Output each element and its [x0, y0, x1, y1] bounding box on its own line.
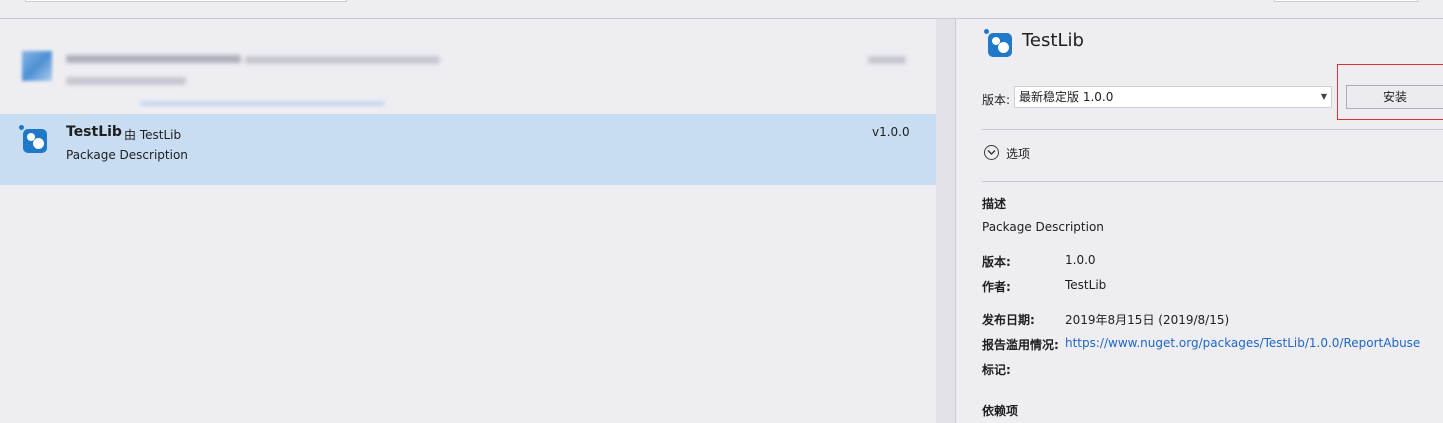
package-version: v1.0.0 — [872, 125, 910, 139]
package-icon — [984, 28, 1014, 58]
package-description: Package Description — [66, 148, 188, 162]
package-author: 由 TestLib — [124, 128, 182, 142]
meta-report-abuse-link-wrap: https://www.nuget.org/packages/TestLib/1… — [1065, 336, 1420, 350]
meta-report-abuse-key: 报告滥用情况: — [982, 338, 1059, 352]
description-heading: 描述 — [982, 197, 1007, 211]
package-list: TestLib 由 TestLib Package Description v1… — [0, 19, 936, 423]
chevron-down-icon — [984, 145, 999, 160]
version-select-value: 最新稳定版 1.0.0 — [1019, 90, 1114, 104]
top-toolbar-strip — [0, 0, 1443, 19]
version-label: 版本: — [982, 93, 1011, 107]
meta-publish-date-key: 发布日期: — [982, 313, 1035, 327]
options-label: 选项 — [1006, 147, 1031, 161]
dependencies-heading: 依赖项 — [982, 404, 1019, 418]
pane-splitter[interactable] — [936, 19, 956, 423]
obscured-text — [245, 56, 440, 64]
divider — [982, 181, 1443, 182]
search-box-edge[interactable] — [25, 0, 347, 2]
package-detail-pane: TestLib 版本: 最新稳定版 1.0.0 ▼ 安装 选项 描述 Packa… — [956, 19, 1443, 423]
meta-version-key: 版本: — [982, 255, 1011, 269]
meta-version-value: 1.0.0 — [1065, 253, 1096, 267]
meta-tags-key: 标记: — [982, 363, 1011, 377]
dropdown-arrow-icon: ▼ — [1320, 92, 1328, 101]
obscured-text — [140, 101, 385, 106]
obscured-text — [66, 77, 186, 85]
dropdown-edge[interactable] — [1274, 0, 1418, 2]
obscured-text — [66, 55, 241, 63]
meta-author-key: 作者: — [982, 280, 1011, 294]
description-text: Package Description — [982, 220, 1104, 234]
version-select[interactable]: 最新稳定版 1.0.0 ▼ — [1014, 86, 1332, 108]
options-toggle[interactable]: 选项 — [984, 144, 1104, 164]
meta-author-value: TestLib — [1065, 278, 1107, 292]
install-button[interactable]: 安装 — [1346, 85, 1443, 109]
meta-publish-date-value: 2019年8月15日 (2019/8/15) — [1065, 313, 1230, 327]
package-icon-obscured — [22, 51, 52, 81]
package-name: TestLib — [66, 124, 122, 140]
package-icon — [19, 124, 49, 154]
package-title: TestLib — [1022, 30, 1084, 51]
list-item-obscured[interactable] — [0, 39, 936, 109]
divider — [982, 129, 1443, 130]
obscured-version — [868, 56, 906, 64]
list-item-testlib[interactable]: TestLib 由 TestLib Package Description v1… — [0, 114, 936, 185]
report-abuse-link[interactable]: https://www.nuget.org/packages/TestLib/1… — [1065, 336, 1420, 350]
